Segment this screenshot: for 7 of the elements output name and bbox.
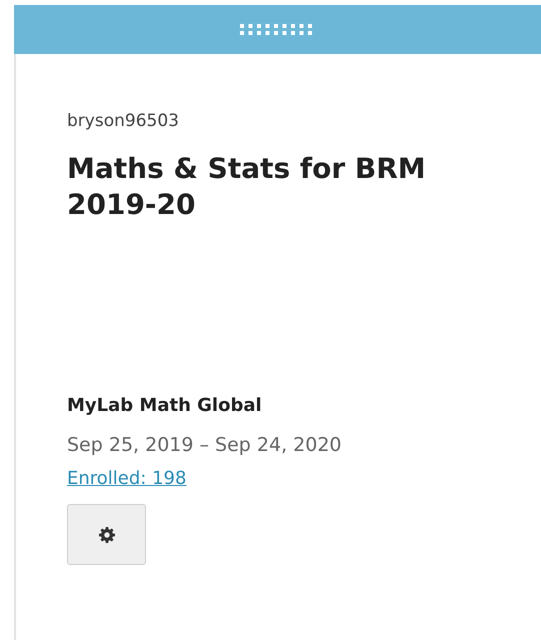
settings-icon <box>98 526 114 542</box>
date-range: Sep 25, 2019 – Sep 24, 2020 <box>67 434 342 456</box>
owner-name: bryson96503 <box>67 111 179 131</box>
settings-button[interactable] <box>67 504 146 565</box>
course-title: Maths & Stats for BRM 2019-20 <box>67 151 427 223</box>
enrolled-link[interactable]: Enrolled: 198 <box>67 468 186 489</box>
product-name: MyLab Math Global <box>67 395 262 416</box>
